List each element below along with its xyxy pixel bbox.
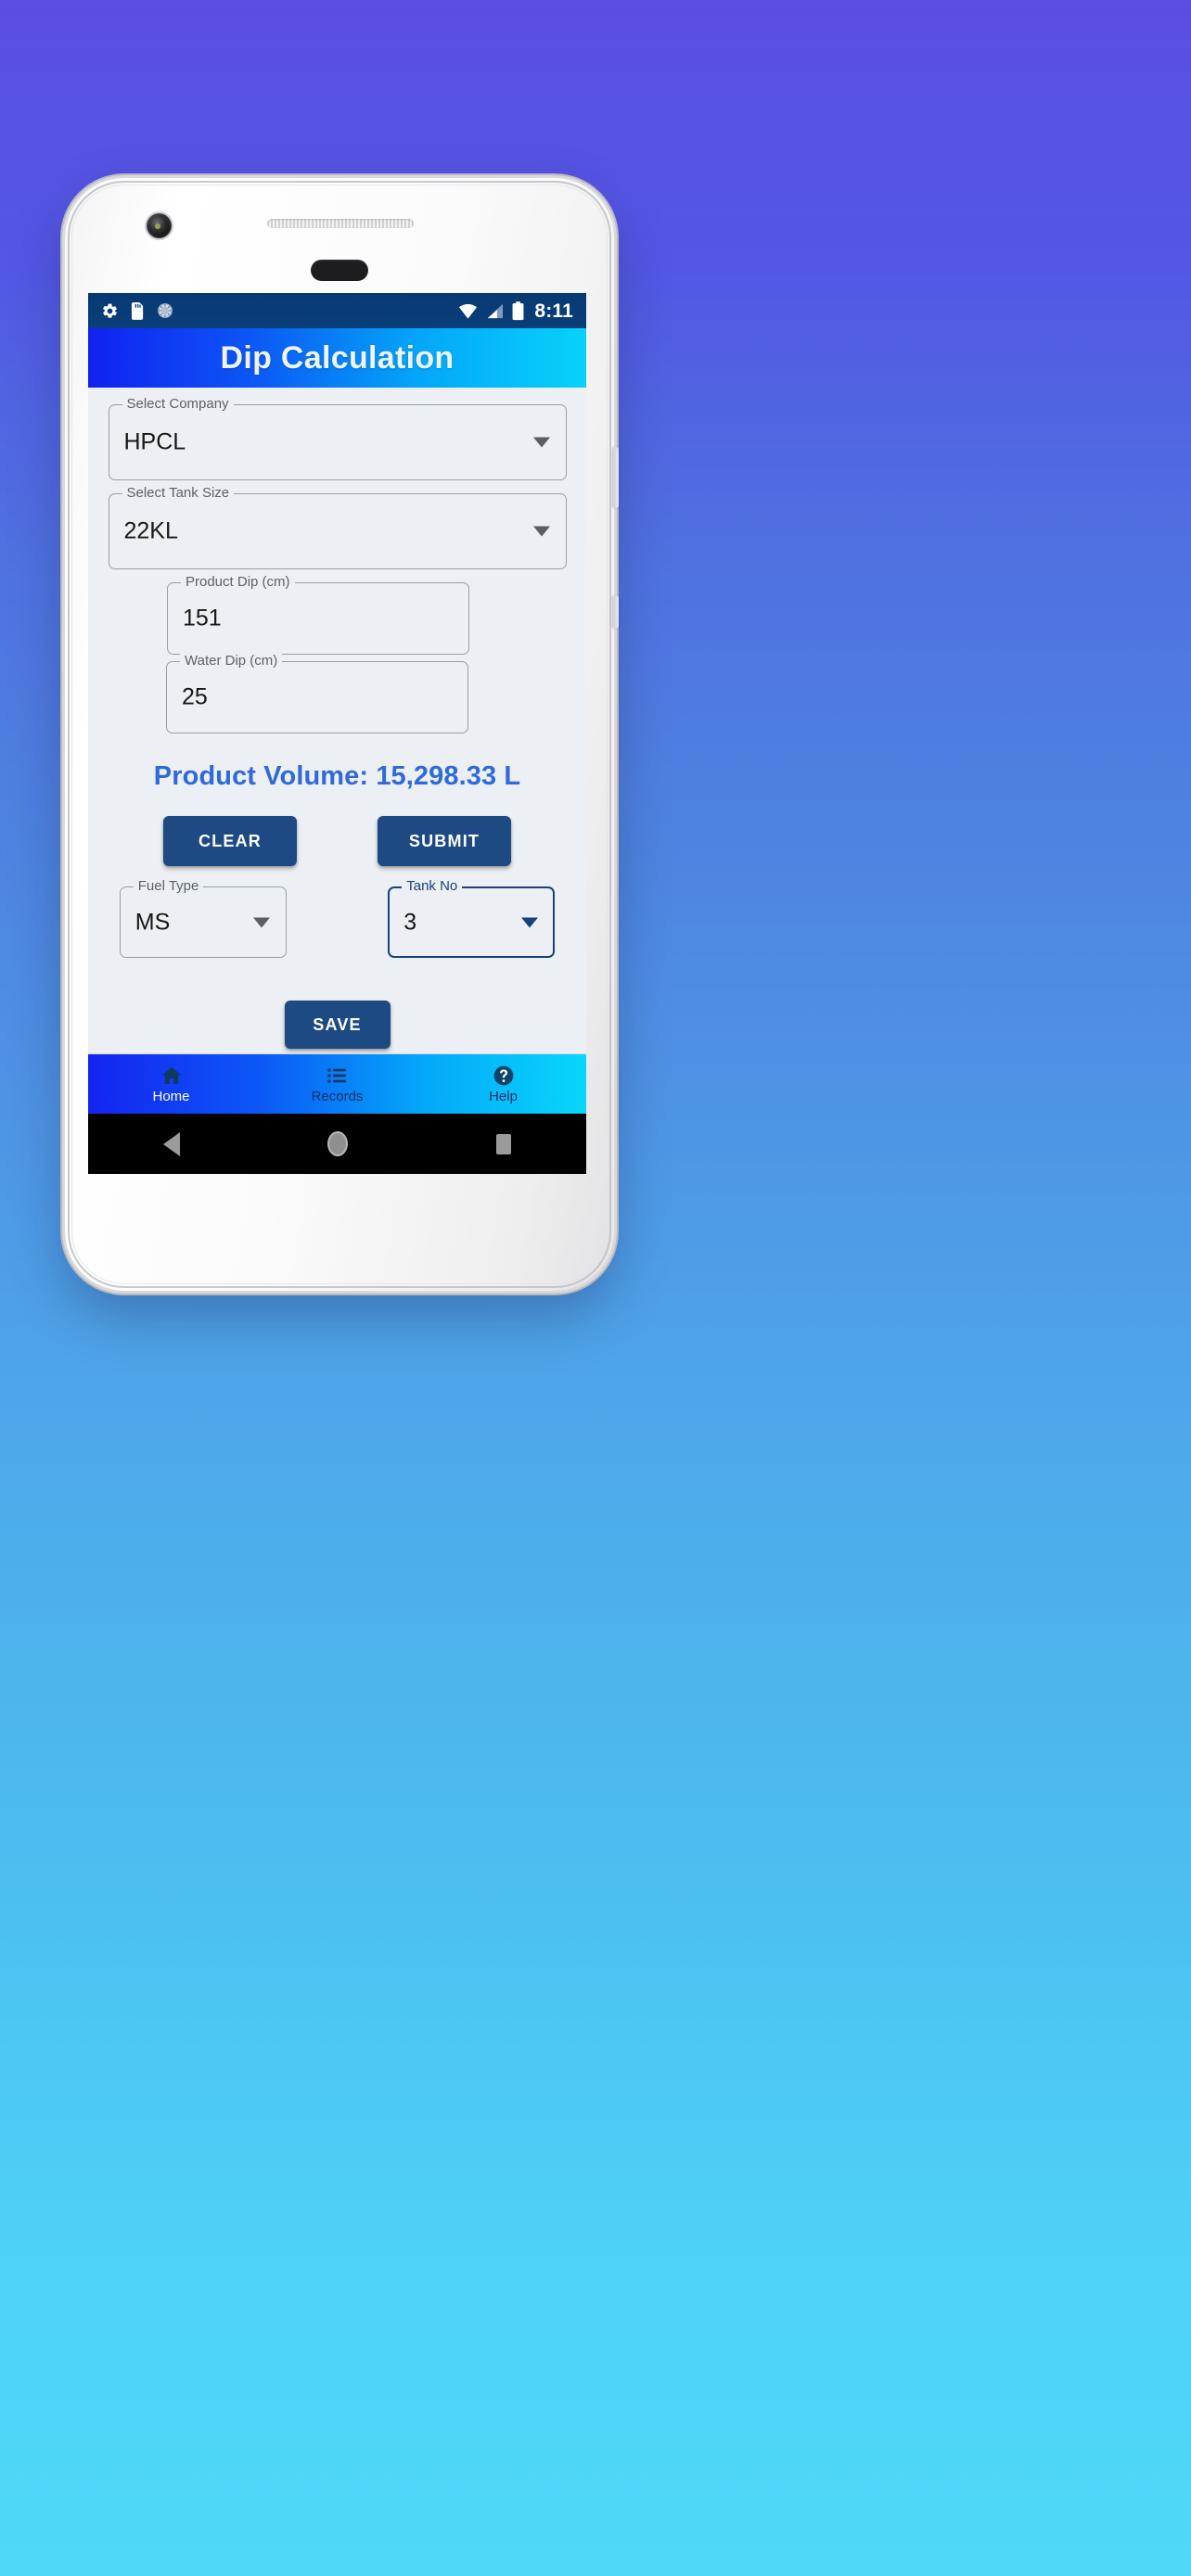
status-bar: 8:11 — [88, 293, 586, 328]
select-tank-size-dropdown[interactable]: Select Tank Size 22KL — [108, 485, 567, 569]
battery-icon — [512, 300, 524, 321]
nav-item-help[interactable]: Help — [420, 1054, 586, 1114]
product-dip-input[interactable]: Product Dip (cm) 151 — [167, 574, 469, 655]
sync-circle-icon — [157, 302, 173, 319]
home-circle-icon — [327, 1131, 348, 1156]
status-bar-left-icons — [101, 301, 173, 320]
system-home-button[interactable] — [308, 1126, 367, 1163]
recents-square-icon — [495, 1133, 511, 1154]
tank-no-label: Tank No — [402, 878, 463, 895]
list-icon — [326, 1065, 350, 1087]
nav-item-records[interactable]: Records — [254, 1054, 420, 1114]
select-company-value: HPCL — [123, 428, 186, 455]
save-button[interactable]: SAVE — [284, 1001, 391, 1049]
fuel-type-dropdown[interactable]: Fuel Type MS — [119, 878, 287, 958]
chevron-down-icon[interactable] — [252, 917, 270, 927]
status-bar-right-icons: 8:11 — [458, 301, 573, 321]
chevron-down-icon[interactable] — [532, 526, 550, 537]
select-tank-size-value: 22KL — [123, 517, 178, 544]
system-recents-button[interactable] — [474, 1126, 533, 1163]
nav-item-help-label: Help — [489, 1089, 518, 1104]
android-system-nav-bar — [88, 1114, 586, 1174]
tank-no-value: 3 — [403, 909, 417, 935]
home-icon — [160, 1065, 184, 1087]
select-tank-size-label: Select Tank Size — [122, 485, 235, 502]
action-button-row: CLEAR SUBMIT — [88, 816, 586, 866]
select-company-dropdown[interactable]: Select Company HPCL — [108, 396, 567, 480]
chevron-down-icon[interactable] — [521, 917, 539, 927]
fuel-tank-row: Fuel Type MS Tank No 3 — [88, 878, 586, 958]
water-dip-value: 25 — [182, 683, 208, 710]
system-back-button[interactable] — [142, 1126, 201, 1163]
status-bar-clock: 8:11 — [534, 300, 573, 322]
app-content: Select Company HPCL Select Tank Size 22K… — [88, 388, 586, 1174]
fuel-type-value: MS — [134, 909, 171, 935]
sd-card-icon — [131, 301, 145, 320]
nav-item-home[interactable]: Home — [88, 1054, 254, 1114]
select-company-label: Select Company — [122, 396, 234, 413]
save-button-row: SAVE — [88, 1001, 586, 1049]
product-dip-label: Product Dip (cm) — [181, 574, 295, 591]
clear-button[interactable]: CLEAR — [163, 816, 297, 866]
bottom-navigation-bar: Home Records Help — [88, 1053, 586, 1114]
power-button[interactable] — [612, 447, 619, 508]
product-dip-value: 151 — [183, 605, 222, 631]
phone-device-frame: 8:11 Dip Calculation Select Company HPCL… — [65, 178, 619, 1291]
sensor-pill — [311, 260, 368, 281]
tank-no-dropdown[interactable]: Tank No 3 — [388, 878, 556, 958]
nav-item-home-label: Home — [152, 1089, 190, 1104]
water-dip-label: Water Dip (cm) — [180, 653, 283, 670]
water-dip-input[interactable]: Water Dip (cm) 25 — [166, 653, 468, 733]
product-volume-result: Product Volume: 15,298.33 L — [153, 761, 521, 791]
wifi-icon — [458, 303, 478, 319]
volume-button[interactable] — [612, 595, 619, 629]
front-camera-icon — [147, 213, 172, 238]
submit-button[interactable]: SUBMIT — [378, 816, 511, 866]
fuel-type-label: Fuel Type — [133, 878, 204, 895]
chevron-down-icon[interactable] — [532, 437, 550, 448]
nav-item-records-label: Records — [311, 1089, 364, 1104]
app-bar: Dip Calculation — [88, 328, 586, 388]
gear-icon — [101, 302, 119, 320]
earpiece-speaker — [267, 219, 414, 228]
phone-screen: 8:11 Dip Calculation Select Company HPCL… — [88, 293, 586, 1174]
page-title: Dip Calculation — [220, 339, 455, 376]
signal-icon — [486, 303, 504, 319]
help-circle-icon — [492, 1065, 516, 1087]
back-triangle-icon — [162, 1131, 180, 1156]
water-dip-outline — [166, 661, 468, 733]
